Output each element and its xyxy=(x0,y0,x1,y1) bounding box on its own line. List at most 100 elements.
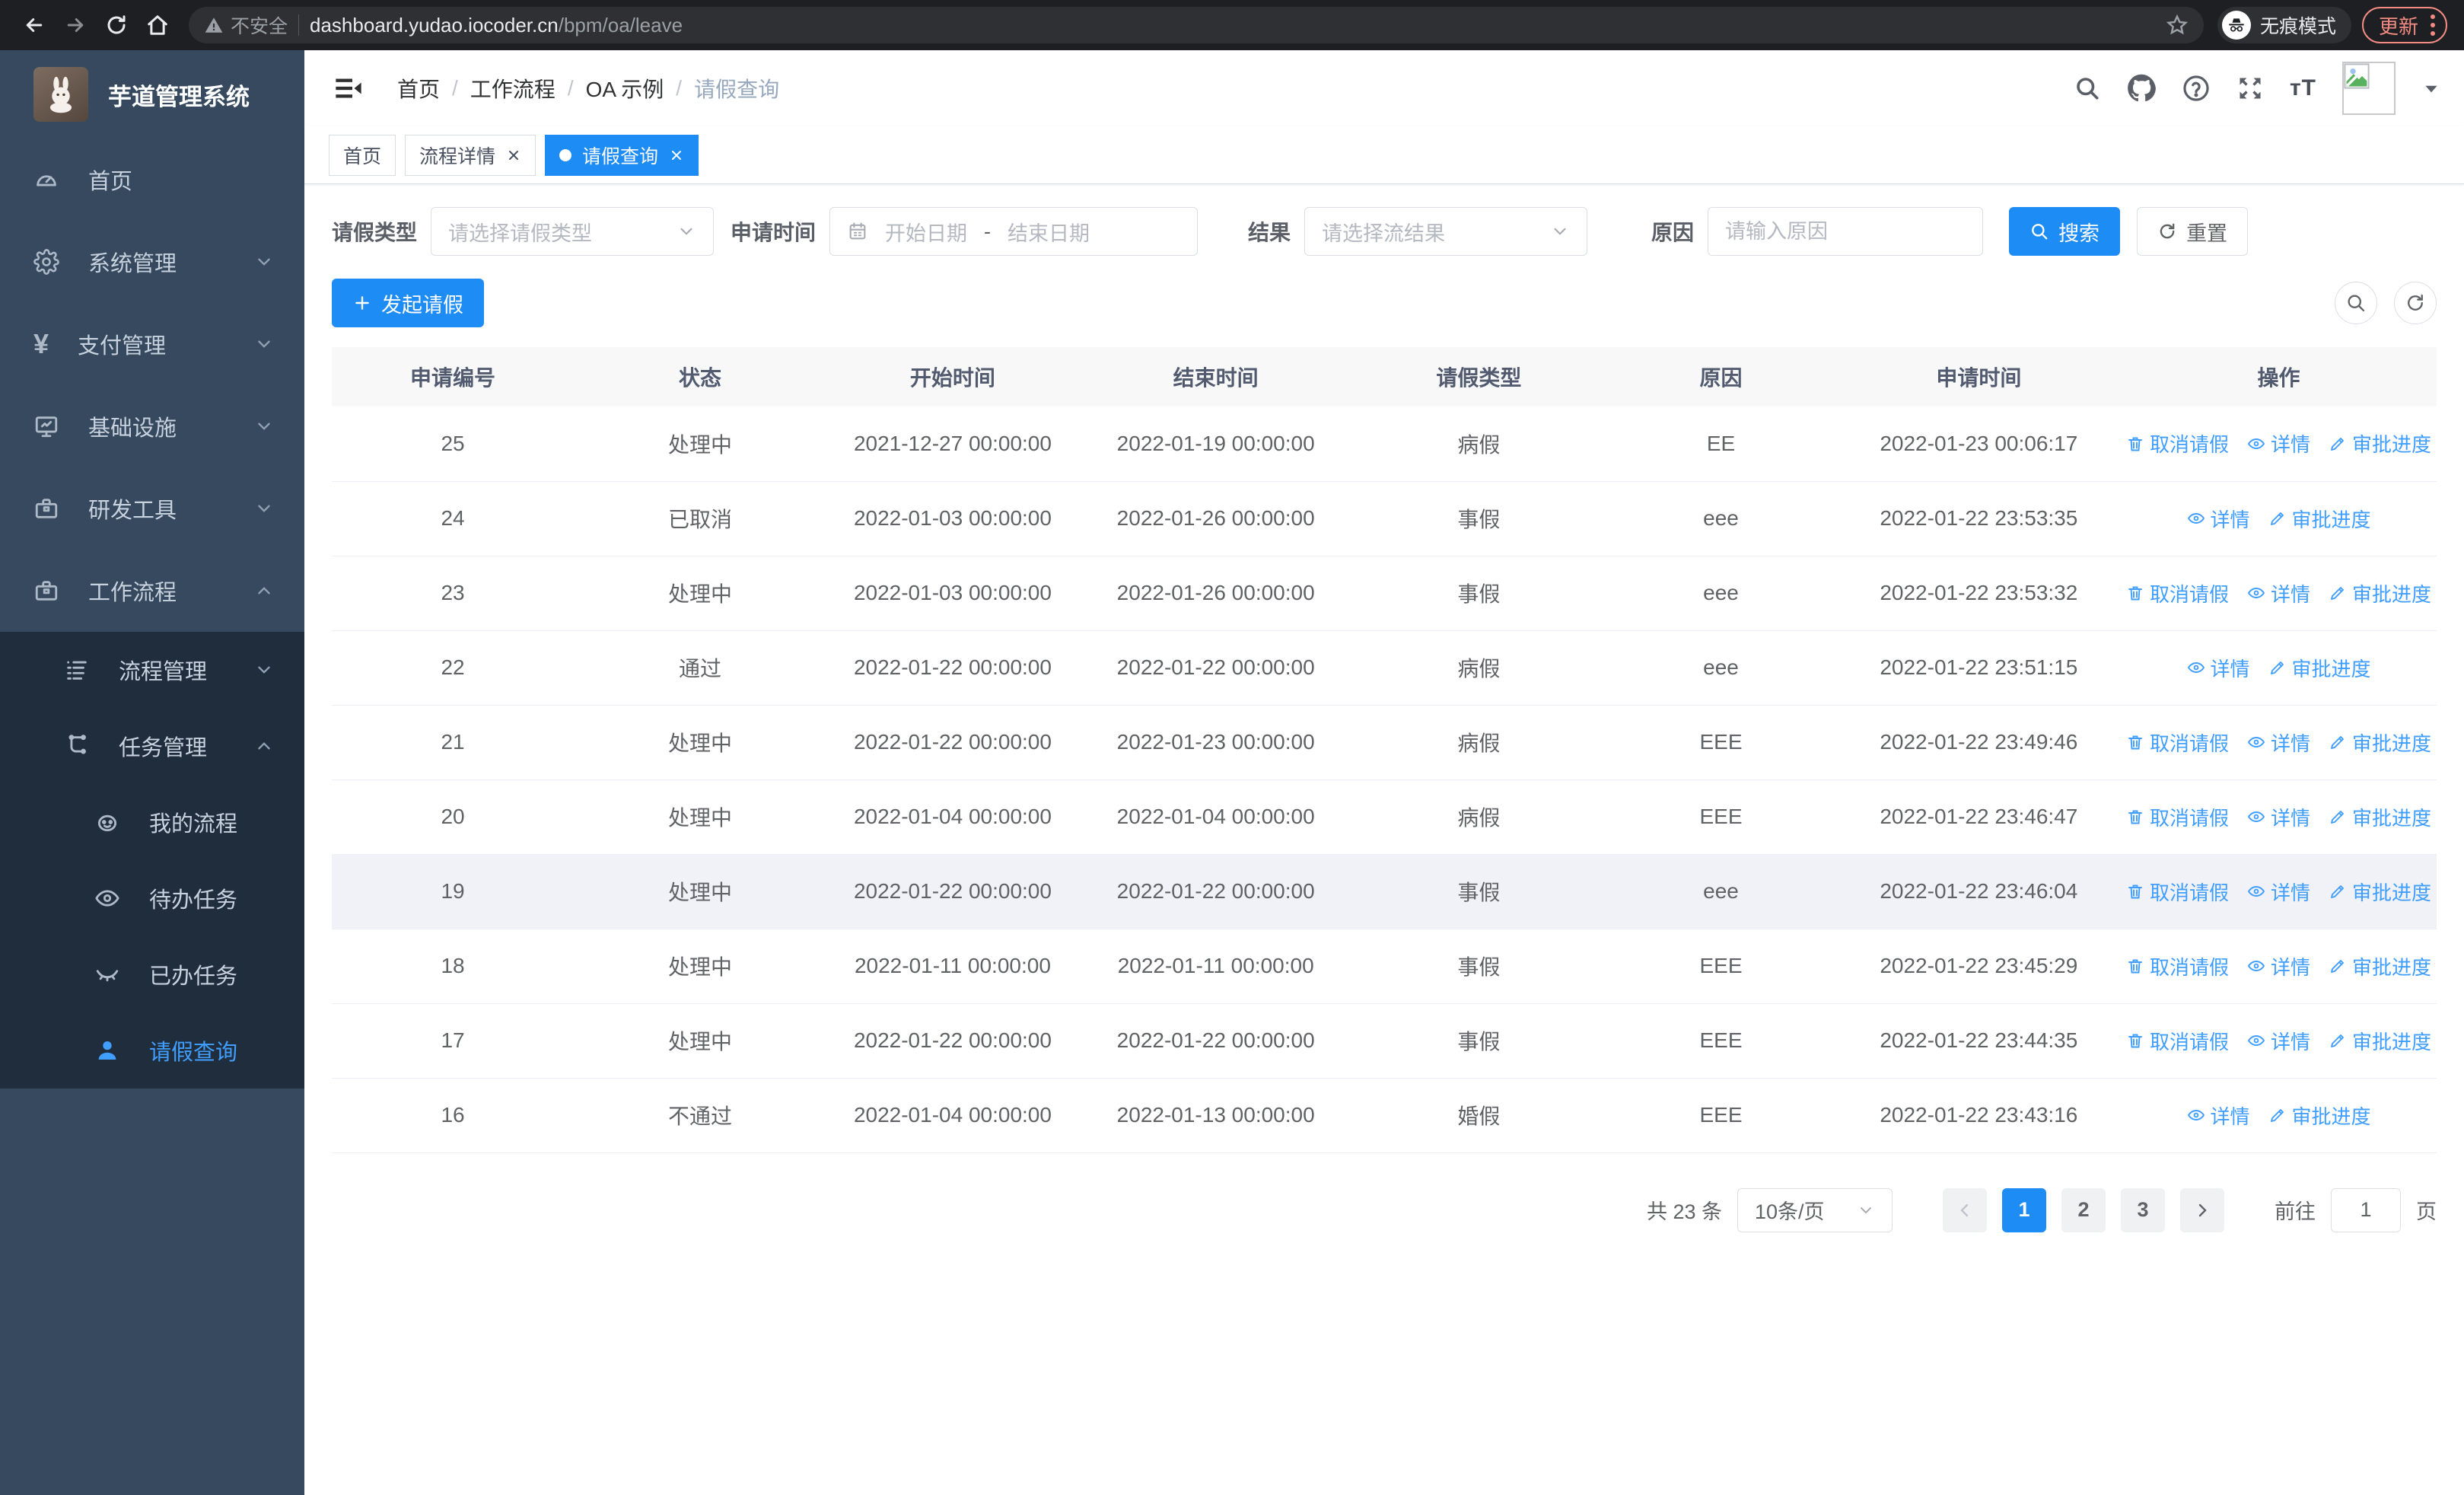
apply-time-range-picker[interactable]: 开始日期 - 结束日期 xyxy=(829,207,1199,256)
sidebar-item-dev-tools[interactable]: 研发工具 xyxy=(0,467,304,550)
cancel-leave-link[interactable]: 取消请假 xyxy=(2126,429,2229,457)
security-indicator[interactable]: 不安全 xyxy=(204,11,288,39)
cancel-leave-link[interactable]: 取消请假 xyxy=(2126,579,2229,607)
address-bar[interactable]: 不安全 dashboard.yudao.iocoder.cn/bpm/oa/le… xyxy=(189,7,2204,43)
detail-link[interactable]: 详情 xyxy=(2247,878,2310,906)
close-icon[interactable] xyxy=(506,148,521,163)
cancel-leave-link[interactable]: 取消请假 xyxy=(2126,1027,2229,1055)
detail-link[interactable]: 详情 xyxy=(2247,1027,2310,1055)
eye-icon xyxy=(2247,957,2265,975)
forward-icon[interactable] xyxy=(58,8,93,43)
reset-button[interactable]: 重置 xyxy=(2137,207,2249,256)
detail-link[interactable]: 详情 xyxy=(2247,803,2310,831)
detail-link[interactable]: 详情 xyxy=(2187,505,2250,533)
pen-icon xyxy=(2329,733,2347,751)
detail-link[interactable]: 详情 xyxy=(2247,952,2310,980)
sidebar-item-infrastructure[interactable]: 基础设施 xyxy=(0,385,304,467)
toolbox-icon xyxy=(33,578,59,604)
cancel-leave-link[interactable]: 取消请假 xyxy=(2126,952,2229,980)
detail-link[interactable]: 详情 xyxy=(2247,728,2310,757)
next-page-button[interactable] xyxy=(2180,1187,2224,1232)
progress-link[interactable]: 审批进度 xyxy=(2329,878,2431,906)
sidebar-item-workflow[interactable]: 工作流程 xyxy=(0,550,304,632)
page-button-2[interactable]: 2 xyxy=(2061,1187,2106,1232)
search-button[interactable]: 搜索 xyxy=(2009,207,2121,256)
detail-link[interactable]: 详情 xyxy=(2187,1101,2250,1130)
leave-type-label: 请假类型 xyxy=(332,221,418,244)
home-icon[interactable] xyxy=(140,8,175,43)
tag-home[interactable]: 首页 xyxy=(329,134,396,176)
sidebar-item-home[interactable]: 首页 xyxy=(0,139,304,221)
progress-link[interactable]: 审批进度 xyxy=(2329,952,2431,980)
cell-apply-time: 2022-01-23 00:06:17 xyxy=(1836,406,2122,482)
avatar-caret-icon[interactable] xyxy=(2421,78,2441,98)
cancel-leave-link[interactable]: 取消请假 xyxy=(2126,728,2229,757)
cell-apply-time: 2022-01-22 23:44:35 xyxy=(1836,1003,2122,1079)
breadcrumb-home[interactable]: 首页 xyxy=(397,73,440,104)
progress-link[interactable]: 审批进度 xyxy=(2329,803,2431,831)
sidebar-item-leave-query[interactable]: 请假查询 xyxy=(0,1012,304,1089)
reason-input[interactable] xyxy=(1708,207,1984,256)
progress-link[interactable]: 审批进度 xyxy=(2268,505,2371,533)
reload-icon[interactable] xyxy=(99,8,134,43)
browser-menu-icon[interactable] xyxy=(2431,14,2435,36)
fullscreen-icon[interactable] xyxy=(2236,75,2264,102)
table-header-row: 申请编号 状态 开始时间 结束时间 请假类型 原因 申请时间 操作 xyxy=(332,347,2437,406)
font-size-icon[interactable]: ᴛT xyxy=(2290,75,2316,101)
page-button-1[interactable]: 1 xyxy=(2002,1187,2046,1232)
bookmark-star-icon[interactable] xyxy=(2166,14,2189,37)
close-icon[interactable] xyxy=(669,148,684,163)
tag-leave-query[interactable]: 请假查询 xyxy=(545,134,699,176)
progress-link[interactable]: 审批进度 xyxy=(2329,579,2431,607)
sidebar-item-done-tasks[interactable]: 已办任务 xyxy=(0,936,304,1012)
refresh-table-icon[interactable] xyxy=(2394,282,2437,324)
goto-page-input[interactable] xyxy=(2331,1187,2401,1232)
eye-icon xyxy=(2247,584,2265,602)
detail-link[interactable]: 详情 xyxy=(2247,579,2310,607)
browser-update-button[interactable]: 更新 xyxy=(2361,7,2447,43)
cancel-leave-link[interactable]: 取消请假 xyxy=(2126,803,2229,831)
security-label: 不安全 xyxy=(231,16,288,37)
sidebar-item-todo-tasks[interactable]: 待办任务 xyxy=(0,860,304,936)
breadcrumb-current: 请假查询 xyxy=(694,78,780,101)
detail-link[interactable]: 详情 xyxy=(2187,654,2250,682)
help-icon[interactable] xyxy=(2182,74,2211,103)
page-size-select[interactable]: 10条/页 xyxy=(1737,1187,1893,1232)
pen-icon xyxy=(2329,1031,2347,1050)
search-icon[interactable] xyxy=(2074,75,2101,102)
progress-link[interactable]: 审批进度 xyxy=(2329,429,2431,457)
progress-link[interactable]: 审批进度 xyxy=(2268,654,2371,682)
sidebar-item-task-management[interactable]: 任务管理 xyxy=(0,708,304,784)
create-leave-button[interactable]: 发起请假 xyxy=(332,279,484,327)
sidebar-logo-row: 芋道管理系统 xyxy=(0,50,304,139)
detail-link[interactable]: 详情 xyxy=(2247,429,2310,457)
col-start-time: 开始时间 xyxy=(826,347,1079,406)
breadcrumb-oa-example[interactable]: OA 示例 xyxy=(586,73,664,104)
progress-link[interactable]: 审批进度 xyxy=(2329,1027,2431,1055)
collapse-sidebar-icon[interactable] xyxy=(327,67,370,110)
cell-actions: 详情 审批进度 xyxy=(2121,1078,2437,1153)
progress-link[interactable]: 审批进度 xyxy=(2329,728,2431,757)
cell-start-time: 2022-01-11 00:00:00 xyxy=(826,929,1079,1004)
trash-icon xyxy=(2126,435,2144,453)
breadcrumb-workflow[interactable]: 工作流程 xyxy=(470,73,556,104)
cell-apply-time: 2022-01-22 23:46:04 xyxy=(1836,854,2122,929)
progress-link[interactable]: 审批进度 xyxy=(2268,1101,2371,1130)
sidebar-item-my-process[interactable]: 我的流程 xyxy=(0,784,304,860)
page-button-3[interactable]: 3 xyxy=(2121,1187,2165,1232)
back-icon[interactable] xyxy=(17,8,52,43)
tag-process-detail[interactable]: 流程详情 xyxy=(405,134,536,176)
cell-leave-type: 病假 xyxy=(1352,406,1606,482)
show-search-icon[interactable] xyxy=(2335,282,2377,324)
result-select[interactable]: 请选择流结果 xyxy=(1304,207,1588,256)
sidebar-item-payment[interactable]: ¥ 支付管理 xyxy=(0,303,304,385)
cell-end-time: 2022-01-26 00:00:00 xyxy=(1078,556,1353,631)
cell-actions: 详情 审批进度 xyxy=(2121,630,2437,706)
prev-page-button[interactable] xyxy=(1943,1187,1987,1232)
github-icon[interactable] xyxy=(2127,74,2156,103)
sidebar-item-system[interactable]: 系统管理 xyxy=(0,221,304,303)
cancel-leave-link[interactable]: 取消请假 xyxy=(2126,878,2229,906)
avatar[interactable] xyxy=(2342,62,2396,115)
sidebar-item-process-management[interactable]: 流程管理 xyxy=(0,632,304,708)
leave-type-select[interactable]: 请选择请假类型 xyxy=(431,207,715,256)
